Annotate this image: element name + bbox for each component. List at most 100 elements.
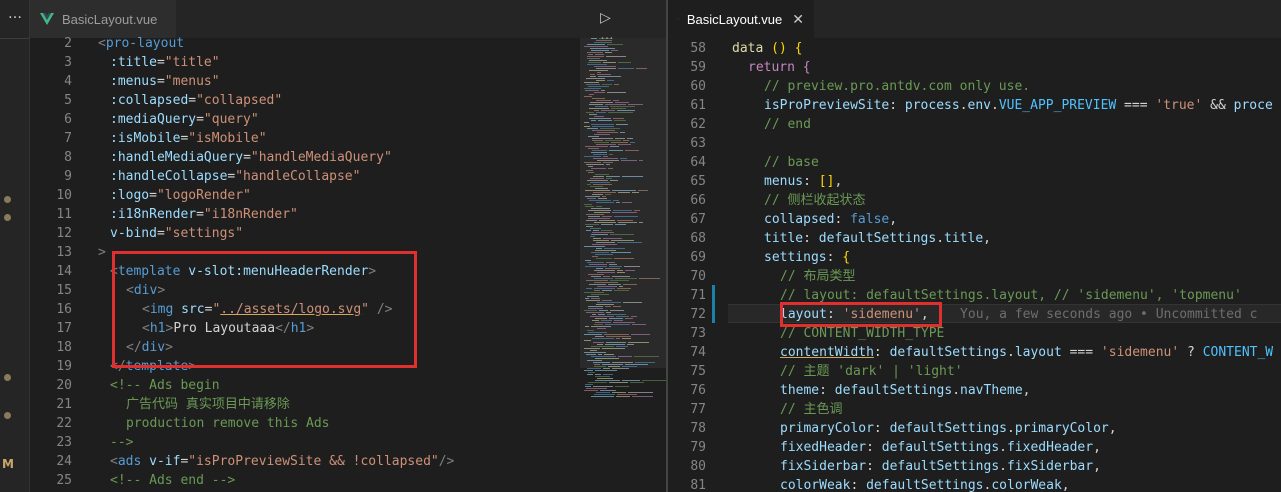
minimap-line	[612, 368, 629, 369]
code-line[interactable]: 60 // preview.pro.antdv.com only use.	[668, 77, 1281, 96]
code-text: :logo="logoRender"	[98, 186, 251, 205]
code-line[interactable]: 71 // layout: defaultSettings.layout, // …	[668, 286, 1281, 305]
code-line[interactable]: 4:menus="menus"	[30, 72, 666, 91]
minimap-line	[593, 342, 604, 343]
code-line[interactable]: 68 title: defaultSettings.title,	[668, 229, 1281, 248]
minimap-line	[628, 342, 649, 343]
code-line[interactable]: 81 colorWeak: defaultSettings.colorWeak,	[668, 476, 1281, 492]
code-line[interactable]: 24 <ads v-if="isProPreviewSite && !collap…	[30, 452, 666, 471]
minimap-line	[635, 362, 655, 363]
minimap-line	[593, 158, 618, 159]
code-line[interactable]: 78 primaryColor: defaultSettings.primaryC…	[668, 419, 1281, 438]
code-line[interactable]: 66 // 侧栏收起状态	[668, 191, 1281, 210]
minimap-line	[617, 394, 637, 395]
code-line[interactable]: 64 // base	[668, 153, 1281, 172]
minimap-line	[617, 272, 625, 273]
tab-basiclayout-left[interactable]: BasicLayout.vue	[30, 0, 176, 38]
code-token: fixedHeader	[780, 440, 867, 455]
code-line[interactable]: 7:isMobile="isMobile"	[30, 129, 666, 148]
code-token: return	[748, 60, 795, 75]
minimap-line	[625, 270, 635, 271]
minimap-line	[596, 248, 602, 249]
code-editor-right[interactable]: 58 data () {59 return {60// preview.pro.an…	[668, 38, 1281, 492]
code-token: // 主题 'dark' | 'light'	[780, 364, 963, 379]
minimap-line	[630, 142, 635, 143]
minimap-line	[584, 204, 592, 205]
minimap-line	[603, 368, 610, 369]
minimap-line	[609, 318, 623, 319]
code-text: menus: [],	[732, 172, 842, 191]
code-token: defaultSettings	[889, 345, 1007, 360]
code-text: colorWeak: defaultSettings.colorWeak,	[732, 476, 1070, 492]
code-line[interactable]: 79 fixedHeader: defaultSettings.fixedHead…	[668, 438, 1281, 457]
minimap-line	[610, 180, 618, 181]
code-line[interactable]: 76 theme: defaultSettings.navTheme,	[668, 381, 1281, 400]
code-line[interactable]: 75 // 主题 'dark' | 'light'	[668, 362, 1281, 381]
line-number: 73	[690, 326, 706, 341]
minimap-line	[586, 354, 596, 355]
code-line[interactable]: 58 data () {	[668, 39, 1281, 58]
code-token: "query"	[203, 112, 259, 127]
code-line[interactable]: 11:i18nRender="i18nRender"	[30, 205, 666, 224]
code-token: VUE_APP_PREVIEW	[998, 98, 1117, 113]
code-line[interactable]: 59 return {	[668, 58, 1281, 77]
code-line[interactable]: 21 广告代码 真实项目中请移除	[30, 395, 666, 414]
code-token: .	[952, 383, 961, 398]
code-line[interactable]: 62 // end	[668, 115, 1281, 134]
minimap-line	[589, 104, 603, 105]
line-number: 21	[56, 397, 72, 412]
minimap-line	[585, 326, 589, 327]
code-line[interactable]: 9:handleCollapse="handleCollapse"	[30, 167, 666, 186]
code-line[interactable]: 69 settings: {	[668, 248, 1281, 267]
code-line[interactable]: 22 production remove this Ads	[30, 414, 666, 433]
code-line[interactable]: 12 v-bind="settings"	[30, 224, 666, 243]
minimap-line	[599, 38, 612, 39]
code-line[interactable]: 25 <!-- Ads end -->	[30, 471, 666, 490]
code-token: "menus"	[164, 74, 220, 89]
code-line[interactable]: 23 -->	[30, 433, 666, 452]
code-line[interactable]: 63	[668, 134, 1281, 153]
code-line[interactable]: 65 menus: [],	[668, 172, 1281, 191]
code-line[interactable]: 70 // 布局类型	[668, 267, 1281, 286]
code-token: 广告代码 真实项目中请移除	[126, 397, 290, 412]
minimap-line	[614, 290, 629, 291]
code-token: "handleMediaQuery"	[250, 150, 392, 165]
code-line[interactable]: 74 contentWidth: defaultSettings.layout =…	[668, 343, 1281, 362]
code-text: data () {	[732, 39, 802, 58]
more-icon[interactable]: …	[0, 6, 30, 22]
minimap-line	[615, 102, 629, 103]
minimap-line	[611, 142, 628, 143]
minimap-line	[594, 212, 610, 213]
code-text: primaryColor: defaultSettings.primaryCol…	[732, 419, 1117, 438]
code-token: =	[149, 188, 157, 203]
minimap-line	[586, 288, 592, 289]
minimap-left[interactable]	[582, 38, 666, 492]
code-text: // base	[732, 153, 819, 172]
minimap-line	[613, 322, 635, 323]
line-number: 18	[56, 340, 72, 355]
minimap-line	[593, 362, 610, 363]
code-line[interactable]: 3:title="title"	[30, 53, 666, 72]
minimap-line	[584, 340, 591, 341]
code-line[interactable]: 5:collapsed="collapsed"	[30, 91, 666, 110]
tab-basiclayout-right[interactable]: BasicLayout.vue ✕	[668, 0, 814, 38]
code-line[interactable]: 10:logo="logoRender"	[30, 186, 666, 205]
code-line[interactable]: 2 <pro-layout	[30, 34, 666, 53]
code-line[interactable]: 61 isProPreviewSite: process.env.VUE_APP_…	[668, 96, 1281, 115]
code-line[interactable]: 77 // 主色调	[668, 400, 1281, 419]
code-line[interactable]: 20 <!-- Ads begin	[30, 376, 666, 395]
minimap-line	[584, 348, 600, 349]
code-line[interactable]: 6:mediaQuery="query"	[30, 110, 666, 129]
line-number: 80	[690, 459, 706, 474]
minimap-line	[608, 366, 620, 367]
code-line[interactable]: 80 fixSiderbar: defaultSettings.fixSiderb…	[668, 457, 1281, 476]
minimap-line	[602, 84, 612, 85]
code-line[interactable]: 72 layout: 'sidemenu', You, a few seconds…	[668, 305, 1281, 324]
code-line[interactable]: 8:handleMediaQuery="handleMediaQuery"	[30, 148, 666, 167]
code-line[interactable]: 67 collapsed: false,	[668, 210, 1281, 229]
minimap-line	[587, 56, 604, 57]
close-icon[interactable]: ✕	[792, 11, 804, 28]
minimap-line	[632, 324, 646, 325]
code-line[interactable]: 73 // CONTENT_WIDTH_TYPE	[668, 324, 1281, 343]
minimap-line	[596, 242, 615, 243]
